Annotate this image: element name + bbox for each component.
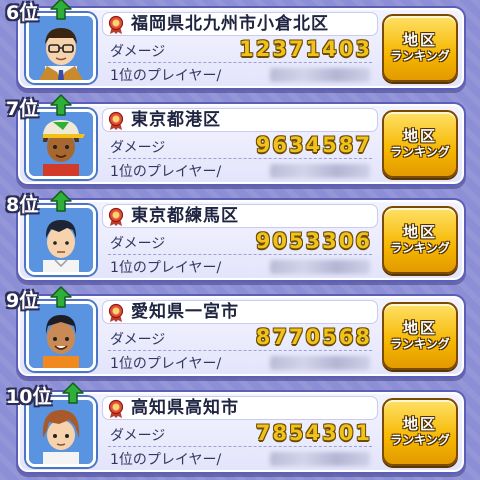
top-player-label: 1位のプレイヤー/ xyxy=(110,260,222,276)
region-ranking-button[interactable]: 地区 ランキング xyxy=(382,14,458,82)
top-player-name-blurred xyxy=(270,356,370,370)
divider xyxy=(108,62,372,63)
damage-label: ダメージ xyxy=(110,140,166,156)
region-ranking-button-line1: 地区 xyxy=(402,223,437,242)
ranking-card: 福岡県北九州市小倉北区 ダメージ 12371403 1位のプレイヤー/ 地区 ラ… xyxy=(16,6,466,90)
region-name: 東京都練馬区 xyxy=(131,206,239,226)
region-ranking-button-line2: ランキング xyxy=(390,144,450,159)
top-player-label: 1位のプレイヤー/ xyxy=(110,452,222,468)
rank-number: 7位 xyxy=(6,98,39,120)
ranking-row: 高知県高知市 ダメージ 7854301 1位のプレイヤー/ 地区 ランキング 1… xyxy=(0,382,480,480)
divider xyxy=(108,350,372,351)
ranking-row: 東京都練馬区 ダメージ 9053306 1位のプレイヤー/ 地区 ランキング 8… xyxy=(0,190,480,288)
divider xyxy=(108,446,372,447)
medal-icon xyxy=(108,15,124,34)
region-ranking-button-line1: 地区 xyxy=(402,31,437,50)
region-ranking-button-line2: ランキング xyxy=(390,240,450,255)
region-ranking-button-line1: 地区 xyxy=(402,415,437,434)
region-ranking-button-line2: ランキング xyxy=(390,48,450,63)
region-name: 東京都港区 xyxy=(131,110,221,130)
region-name-bar: 福岡県北九州市小倉北区 xyxy=(102,12,378,36)
up-arrow-icon xyxy=(50,190,72,212)
region-name: 愛知県一宮市 xyxy=(131,302,239,322)
ranking-list: 福岡県北九州市小倉北区 ダメージ 12371403 1位のプレイヤー/ 地区 ラ… xyxy=(0,0,480,480)
medal-icon xyxy=(108,303,124,322)
region-ranking-button-line1: 地区 xyxy=(402,127,437,146)
region-ranking-button[interactable]: 地区 ランキング xyxy=(382,206,458,274)
rank-number: 10位 xyxy=(6,386,52,408)
divider xyxy=(108,254,372,255)
up-arrow-icon xyxy=(50,0,72,20)
region-name-bar: 東京都港区 xyxy=(102,108,378,132)
region-name: 高知県高知市 xyxy=(131,398,239,418)
top-player-name-blurred xyxy=(270,164,370,178)
ranking-card: 愛知県一宮市 ダメージ 8770568 1位のプレイヤー/ 地区 ランキング xyxy=(16,294,466,378)
top-player-name-blurred xyxy=(270,260,370,274)
ranking-row: 東京都港区 ダメージ 9634587 1位のプレイヤー/ 地区 ランキング 7位 xyxy=(0,94,480,192)
damage-label: ダメージ xyxy=(110,44,166,60)
top-player-name-blurred xyxy=(270,68,370,82)
medal-icon xyxy=(108,111,124,130)
damage-value: 8770568 xyxy=(255,325,372,349)
region-ranking-button[interactable]: 地区 ランキング xyxy=(382,110,458,178)
divider xyxy=(108,158,372,159)
region-ranking-button-line1: 地区 xyxy=(402,319,437,338)
up-arrow-icon xyxy=(50,286,72,308)
up-arrow-icon xyxy=(62,382,84,404)
top-player-label: 1位のプレイヤー/ xyxy=(110,68,222,84)
ranking-row: 福岡県北九州市小倉北区 ダメージ 12371403 1位のプレイヤー/ 地区 ラ… xyxy=(0,0,480,96)
region-name-bar: 高知県高知市 xyxy=(102,396,378,420)
damage-value: 9053306 xyxy=(255,229,372,253)
region-name: 福岡県北九州市小倉北区 xyxy=(131,14,329,34)
region-ranking-button[interactable]: 地区 ランキング xyxy=(382,398,458,466)
region-ranking-button-line2: ランキング xyxy=(390,336,450,351)
damage-label: ダメージ xyxy=(110,428,166,444)
damage-value: 12371403 xyxy=(239,37,372,61)
medal-icon xyxy=(108,399,124,418)
region-name-bar: 東京都練馬区 xyxy=(102,204,378,228)
rank-number: 8位 xyxy=(6,194,39,216)
ranking-card: 東京都練馬区 ダメージ 9053306 1位のプレイヤー/ 地区 ランキング xyxy=(16,198,466,282)
damage-value: 9634587 xyxy=(255,133,372,157)
damage-value: 7854301 xyxy=(255,421,372,445)
top-player-label: 1位のプレイヤー/ xyxy=(110,356,222,372)
region-ranking-button[interactable]: 地区 ランキング xyxy=(382,302,458,370)
top-player-name-blurred xyxy=(270,452,370,466)
medal-icon xyxy=(108,207,124,226)
top-player-label: 1位のプレイヤー/ xyxy=(110,164,222,180)
ranking-card: 東京都港区 ダメージ 9634587 1位のプレイヤー/ 地区 ランキング xyxy=(16,102,466,186)
ranking-row: 愛知県一宮市 ダメージ 8770568 1位のプレイヤー/ 地区 ランキング 9… xyxy=(0,286,480,384)
region-ranking-button-line2: ランキング xyxy=(390,432,450,447)
damage-label: ダメージ xyxy=(110,236,166,252)
region-name-bar: 愛知県一宮市 xyxy=(102,300,378,324)
up-arrow-icon xyxy=(50,94,72,116)
damage-label: ダメージ xyxy=(110,332,166,348)
rank-number: 6位 xyxy=(6,2,39,24)
rank-number: 9位 xyxy=(6,290,39,312)
